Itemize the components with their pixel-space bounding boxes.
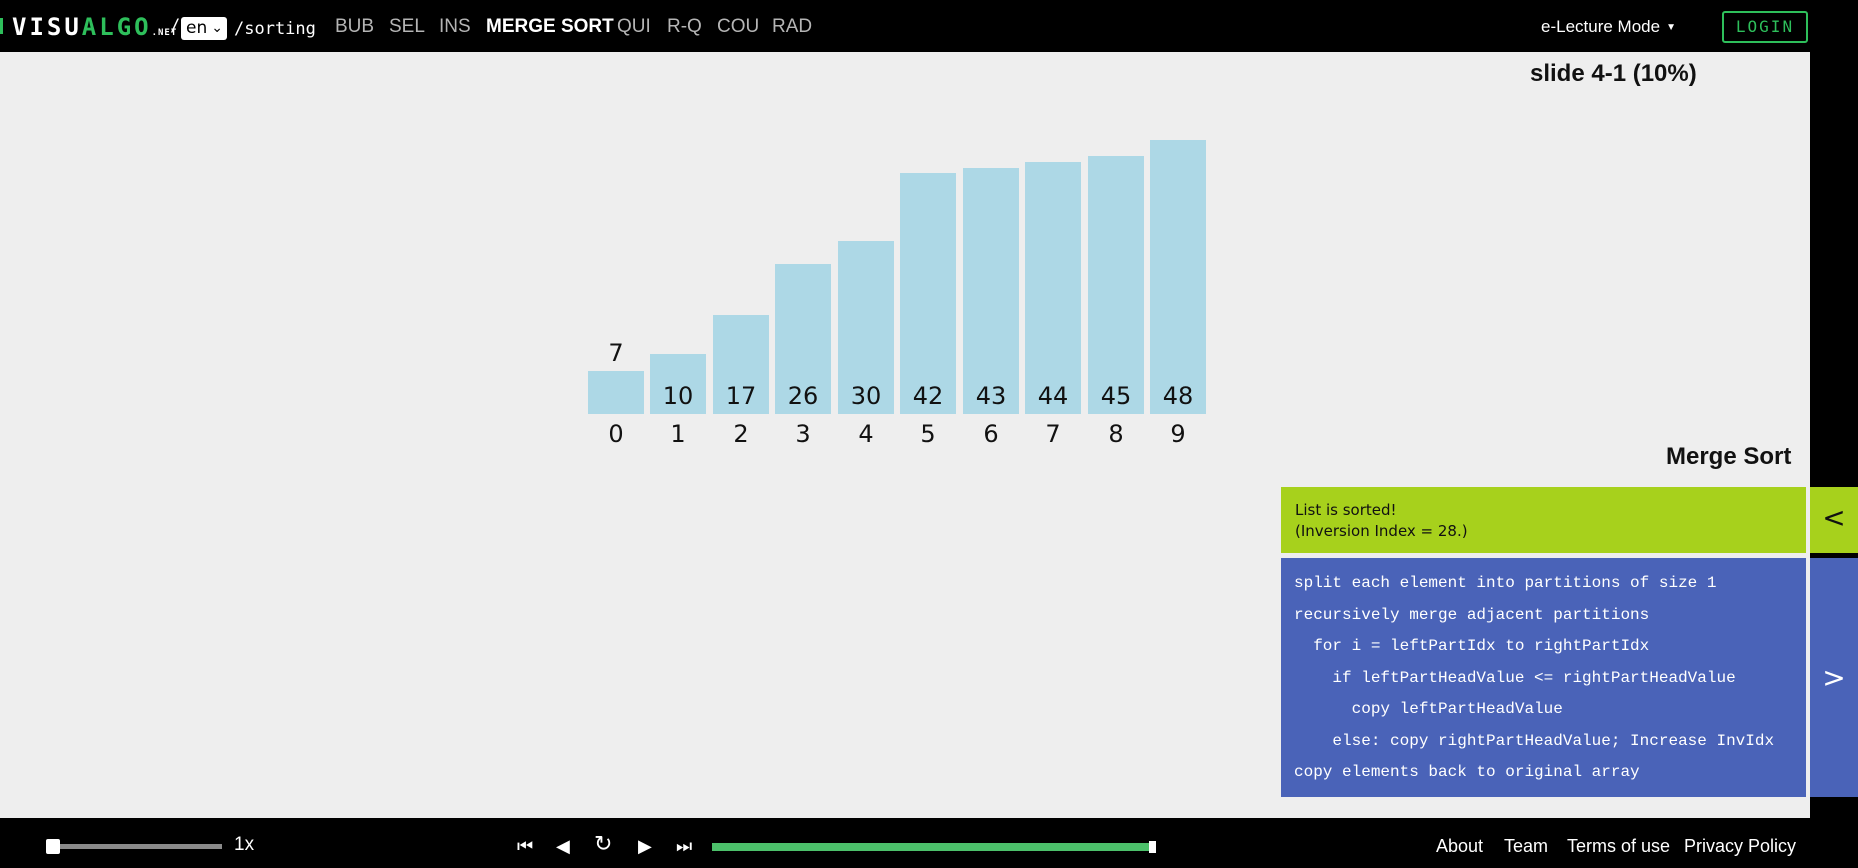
bar-value: 10	[662, 382, 694, 410]
code-line: copy leftPartHeadValue	[1294, 700, 1563, 718]
replay-icon[interactable]: ↻	[594, 832, 612, 857]
caret-down-icon: ▼	[1666, 22, 1676, 33]
bar-5	[900, 173, 956, 414]
expand-code-button[interactable]: >	[1810, 558, 1858, 797]
path-crumb: /sorting	[234, 19, 316, 39]
nav-r-q[interactable]: R-Q	[667, 16, 702, 38]
code-line: split each element into partitions of si…	[1294, 574, 1717, 592]
step-back-icon[interactable]: ◀	[556, 836, 570, 857]
speed-slider-knob[interactable]	[46, 839, 60, 854]
bar-index: 5	[920, 420, 936, 448]
bar-value: 43	[975, 382, 1007, 410]
bar-value: 48	[1162, 382, 1194, 410]
algorithm-title: Merge Sort	[1666, 443, 1792, 470]
bar-index: 6	[983, 420, 999, 448]
bar-index: 9	[1170, 420, 1186, 448]
nav-cou[interactable]: COU	[717, 16, 759, 38]
footer-link-terms[interactable]: Terms of use	[1567, 836, 1670, 857]
visualgo-logo[interactable]: VISUALGO.NET	[12, 13, 177, 41]
bar-index: 4	[858, 420, 874, 448]
bar-value: 7	[608, 339, 624, 367]
chevron-right-icon: >	[1822, 661, 1846, 694]
code-line: else: copy rightPartHeadValue; Increase …	[1294, 731, 1775, 750]
chevron-down-icon: ⌄	[211, 20, 223, 36]
go-to-end-icon[interactable]: ⏭	[676, 836, 692, 857]
nav-sel[interactable]: SEL	[389, 16, 425, 38]
pseudocode-panel: split each element into partitions of si…	[1281, 558, 1806, 797]
bar-index: 7	[1045, 420, 1061, 448]
bar-value: 44	[1037, 382, 1069, 410]
code-line: recursively merge adjacent partitions	[1294, 605, 1650, 624]
bar-index: 0	[608, 420, 624, 448]
nav-merge-sort[interactable]: MERGE SORT	[486, 16, 614, 38]
bar-index: 1	[670, 420, 686, 448]
nav-bub[interactable]: BUB	[335, 16, 374, 38]
status-line: (Inversion Index = 28.)	[1295, 522, 1468, 540]
bar-9	[1150, 140, 1206, 414]
status-line: List is sorted!	[1295, 501, 1397, 519]
path-slash: /	[170, 16, 181, 36]
language-value: en	[186, 18, 208, 38]
left-edge-accent	[0, 18, 3, 34]
code-line: if leftPartHeadValue <= rightPartHeadVal…	[1294, 668, 1736, 687]
collapse-status-button[interactable]: <	[1810, 487, 1858, 553]
code-line: for i = leftPartIdx to rightPartIdx	[1294, 637, 1650, 655]
slide-indicator: slide 4-1 (10%)	[1530, 60, 1697, 87]
progress-knob[interactable]	[1149, 841, 1156, 853]
bar-value: 30	[850, 382, 882, 410]
logo-visu: VISU	[12, 13, 82, 41]
footer-link-team[interactable]: Team	[1504, 836, 1548, 857]
logo-algo: ALGO	[81, 13, 152, 41]
bar-7	[1025, 162, 1081, 414]
language-select[interactable]: en ⌄	[181, 17, 227, 40]
bar-6	[963, 168, 1019, 414]
lecture-mode-dropdown[interactable]: e-Lecture Mode ▼	[1541, 17, 1676, 37]
progress-fill	[712, 843, 1156, 851]
bar-value: 17	[725, 382, 757, 410]
nav-ins[interactable]: INS	[439, 16, 471, 38]
bar-value: 45	[1100, 382, 1132, 410]
footer-link-privacy[interactable]: Privacy Policy	[1684, 836, 1796, 857]
go-to-start-icon[interactable]: ⏮	[517, 836, 533, 857]
bar-index: 3	[795, 420, 811, 448]
chevron-left-icon: <	[1822, 501, 1846, 534]
code-line: copy elements back to original array	[1294, 763, 1640, 781]
step-forward-icon[interactable]: ▶	[638, 836, 652, 857]
mode-label: e-Lecture Mode	[1541, 17, 1661, 36]
status-panel: List is sorted! (Inversion Index = 28.)	[1281, 487, 1806, 553]
nav-rad[interactable]: RAD	[772, 16, 812, 38]
bar-0	[588, 371, 644, 414]
bar-value: 42	[912, 382, 944, 410]
speed-label: 1x	[234, 834, 255, 855]
bar-8	[1088, 156, 1144, 414]
login-button[interactable]: LOGIN	[1722, 11, 1808, 43]
bar-index: 8	[1108, 420, 1124, 448]
bar-index: 2	[733, 420, 749, 448]
bar-value: 26	[787, 382, 819, 410]
footer-link-about[interactable]: About	[1436, 836, 1483, 857]
speed-slider[interactable]	[47, 844, 222, 849]
nav-qui[interactable]: QUI	[617, 16, 651, 38]
